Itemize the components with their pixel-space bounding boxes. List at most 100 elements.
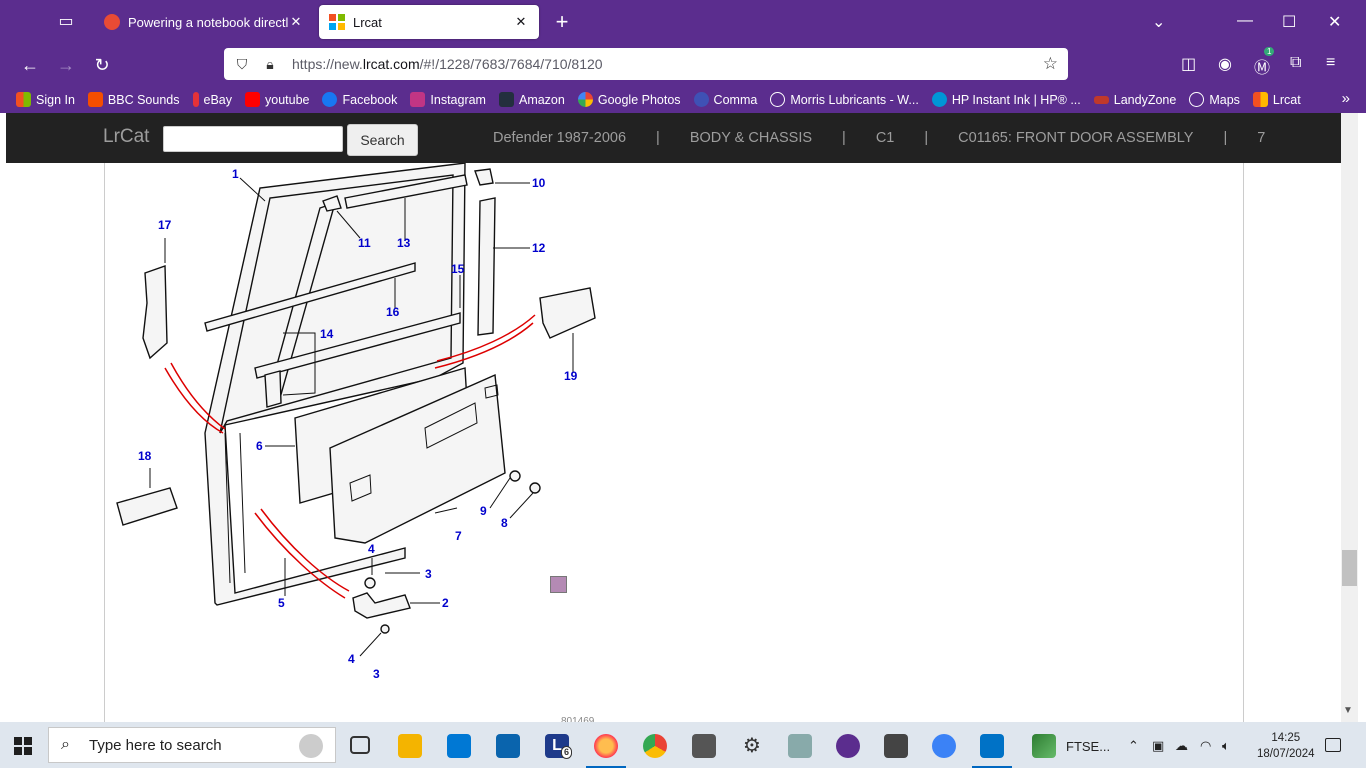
clock[interactable]: 14:25 18/07/2024 [1257,730,1315,762]
part-label[interactable]: 19 [564,369,578,383]
reload-icon[interactable]: ↻ [88,52,116,78]
tab-lrcat[interactable]: Lrcat ✕ [319,5,539,39]
onedrive-icon[interactable]: ☁ [1175,738,1188,754]
scroll-down-icon[interactable]: ▼ [1343,705,1353,716]
part-label[interactable]: 3 [425,567,432,581]
launcher-l-icon[interactable]: L6 [545,734,573,759]
extension-m-icon[interactable]: Ⓜ 1 [1254,47,1275,78]
bookmark-morris-lubricants[interactable]: Morris Lubricants - W... [770,92,919,107]
close-icon[interactable]: ✕ [513,14,529,30]
account-icon[interactable]: ◉ [1218,54,1232,74]
scrollbar-thumb[interactable] [1342,550,1357,586]
tab-overview-icon[interactable]: ▭ [48,8,84,36]
breadcrumb-assembly[interactable]: C01165: FRONT DOOR ASSEMBLY [958,130,1193,146]
part-label[interactable]: 2 [442,596,449,610]
chevron-up-icon[interactable]: ⌃ [1128,738,1139,754]
notifications-icon[interactable] [1325,738,1341,752]
part-label[interactable]: 7 [455,529,462,543]
firefox-icon[interactable] [586,734,626,768]
part-label[interactable]: 12 [532,241,546,255]
part-label[interactable]: 17 [158,218,172,232]
part-label[interactable]: 1 [232,167,239,181]
windows-start-icon[interactable] [14,737,32,755]
maximize-icon[interactable]: ☐ [1282,12,1296,32]
search-button[interactable]: Search [347,124,418,156]
more-bookmarks-icon[interactable]: » [1342,90,1350,107]
microsoft-store-icon[interactable] [447,734,471,758]
breadcrumb-group[interactable]: BODY & CHASSIS [690,130,812,146]
copilot-icon[interactable] [932,734,956,758]
highlighted-part-marker[interactable] [550,576,567,593]
bookmark-amazon[interactable]: Amazon [498,92,565,107]
chrome-icon[interactable] [643,734,667,758]
app-icon[interactable] [788,734,812,758]
bookmark-google-photos[interactable]: Google Photos [577,92,681,107]
settings-gear-icon[interactable]: ⚙ [740,734,764,758]
part-label[interactable]: 6 [256,439,263,453]
breadcrumb-model[interactable]: Defender 1987-2006 [493,130,626,146]
pocket-icon[interactable]: ◫ [1181,54,1196,74]
site-brand[interactable]: LrCat [103,126,149,148]
breadcrumb-separator: | [656,130,660,146]
stock-chart-icon[interactable] [1032,734,1056,758]
bookmark-youtube[interactable]: youtube [245,92,309,107]
back-icon[interactable]: ← [16,52,44,78]
part-label[interactable]: 9 [480,504,487,518]
part-label[interactable]: 5 [278,596,285,610]
taskbar-search-box[interactable]: ⌕ Type here to search [48,727,336,763]
bookmark-instagram[interactable]: Instagram [410,92,486,107]
close-icon[interactable]: ✕ [288,14,304,30]
part-label[interactable]: 15 [451,262,465,276]
part-label[interactable]: 13 [397,236,411,250]
bookmark-ebay[interactable]: eBay [192,92,232,107]
site-header: LrCat Search Defender 1987-2006 | BODY &… [6,113,1341,163]
bookmark-landyzone[interactable]: LandyZone [1093,93,1176,107]
outlook-icon[interactable] [972,734,1012,768]
part-label[interactable]: 8 [501,516,508,530]
bookmark-sign-in[interactable]: Sign In [16,92,75,107]
address-bar[interactable]: ⛉ 🔒︎ https://new.lrcat.com/#!/1228/7683/… [224,48,1068,80]
part-label[interactable]: 4 [368,542,375,556]
part-label[interactable]: 3 [373,667,380,681]
vcds-icon[interactable] [692,734,716,758]
tab-powering-notebook[interactable]: Powering a notebook directly fr ✕ [94,5,314,39]
extensions-puzzle-icon[interactable]: ⧉ [1290,54,1301,72]
bookmark-maps[interactable]: Maps [1189,92,1240,107]
vertical-scrollbar[interactable]: ▼ [1341,113,1358,722]
bookmark-bbc-sounds[interactable]: BBC Sounds [87,92,180,107]
menu-icon[interactable]: ≡ [1326,54,1335,72]
task-view-icon[interactable] [350,736,370,754]
part-label[interactable]: 18 [138,449,152,463]
bookmark-comma[interactable]: Comma [693,92,757,107]
wifi-icon[interactable]: ◠ [1200,738,1211,754]
minimize-icon[interactable]: — [1237,12,1253,30]
part-label[interactable]: 10 [532,176,546,190]
extension-badge: 1 [1264,47,1275,56]
part-label[interactable]: 14 [320,327,334,341]
mail-icon[interactable] [496,734,520,758]
bookmark-lrcat[interactable]: Lrcat [1252,92,1301,107]
lock-icon[interactable]: 🔒︎ [260,56,280,73]
meet-now-icon[interactable]: ▣ [1152,738,1164,754]
part-label[interactable]: 16 [386,305,400,319]
bookmark-hp-instant-ink[interactable]: HP Instant Ink | HP® ... [931,92,1081,107]
search-input[interactable] [163,126,343,152]
breadcrumb-part[interactable]: 7 [1257,130,1265,146]
volume-icon[interactable]: 🔈︎ [1222,738,1230,754]
app-purple-icon[interactable] [836,734,860,758]
corner-piece-10 [474,168,494,186]
calculator-icon[interactable] [884,734,908,758]
bookmark-facebook[interactable]: Facebook [322,92,397,107]
file-explorer-icon[interactable] [398,734,422,758]
close-window-icon[interactable]: ✕ [1328,12,1341,32]
list-all-tabs-icon[interactable]: ⌄ [1152,12,1165,32]
taskbar-app-label[interactable]: FTSE... [1066,739,1110,754]
bookmark-star-icon[interactable]: ☆ [1043,54,1058,74]
part-label[interactable]: 4 [348,652,355,666]
breadcrumb-section[interactable]: C1 [876,130,895,146]
url-text[interactable]: https://new.lrcat.com/#!/1228/7683/7684/… [292,56,603,72]
new-tab-icon[interactable]: + [550,10,574,34]
forward-icon[interactable]: → [52,52,80,78]
shield-icon[interactable]: ⛉ [232,56,252,73]
part-label[interactable]: 11 [358,236,371,250]
